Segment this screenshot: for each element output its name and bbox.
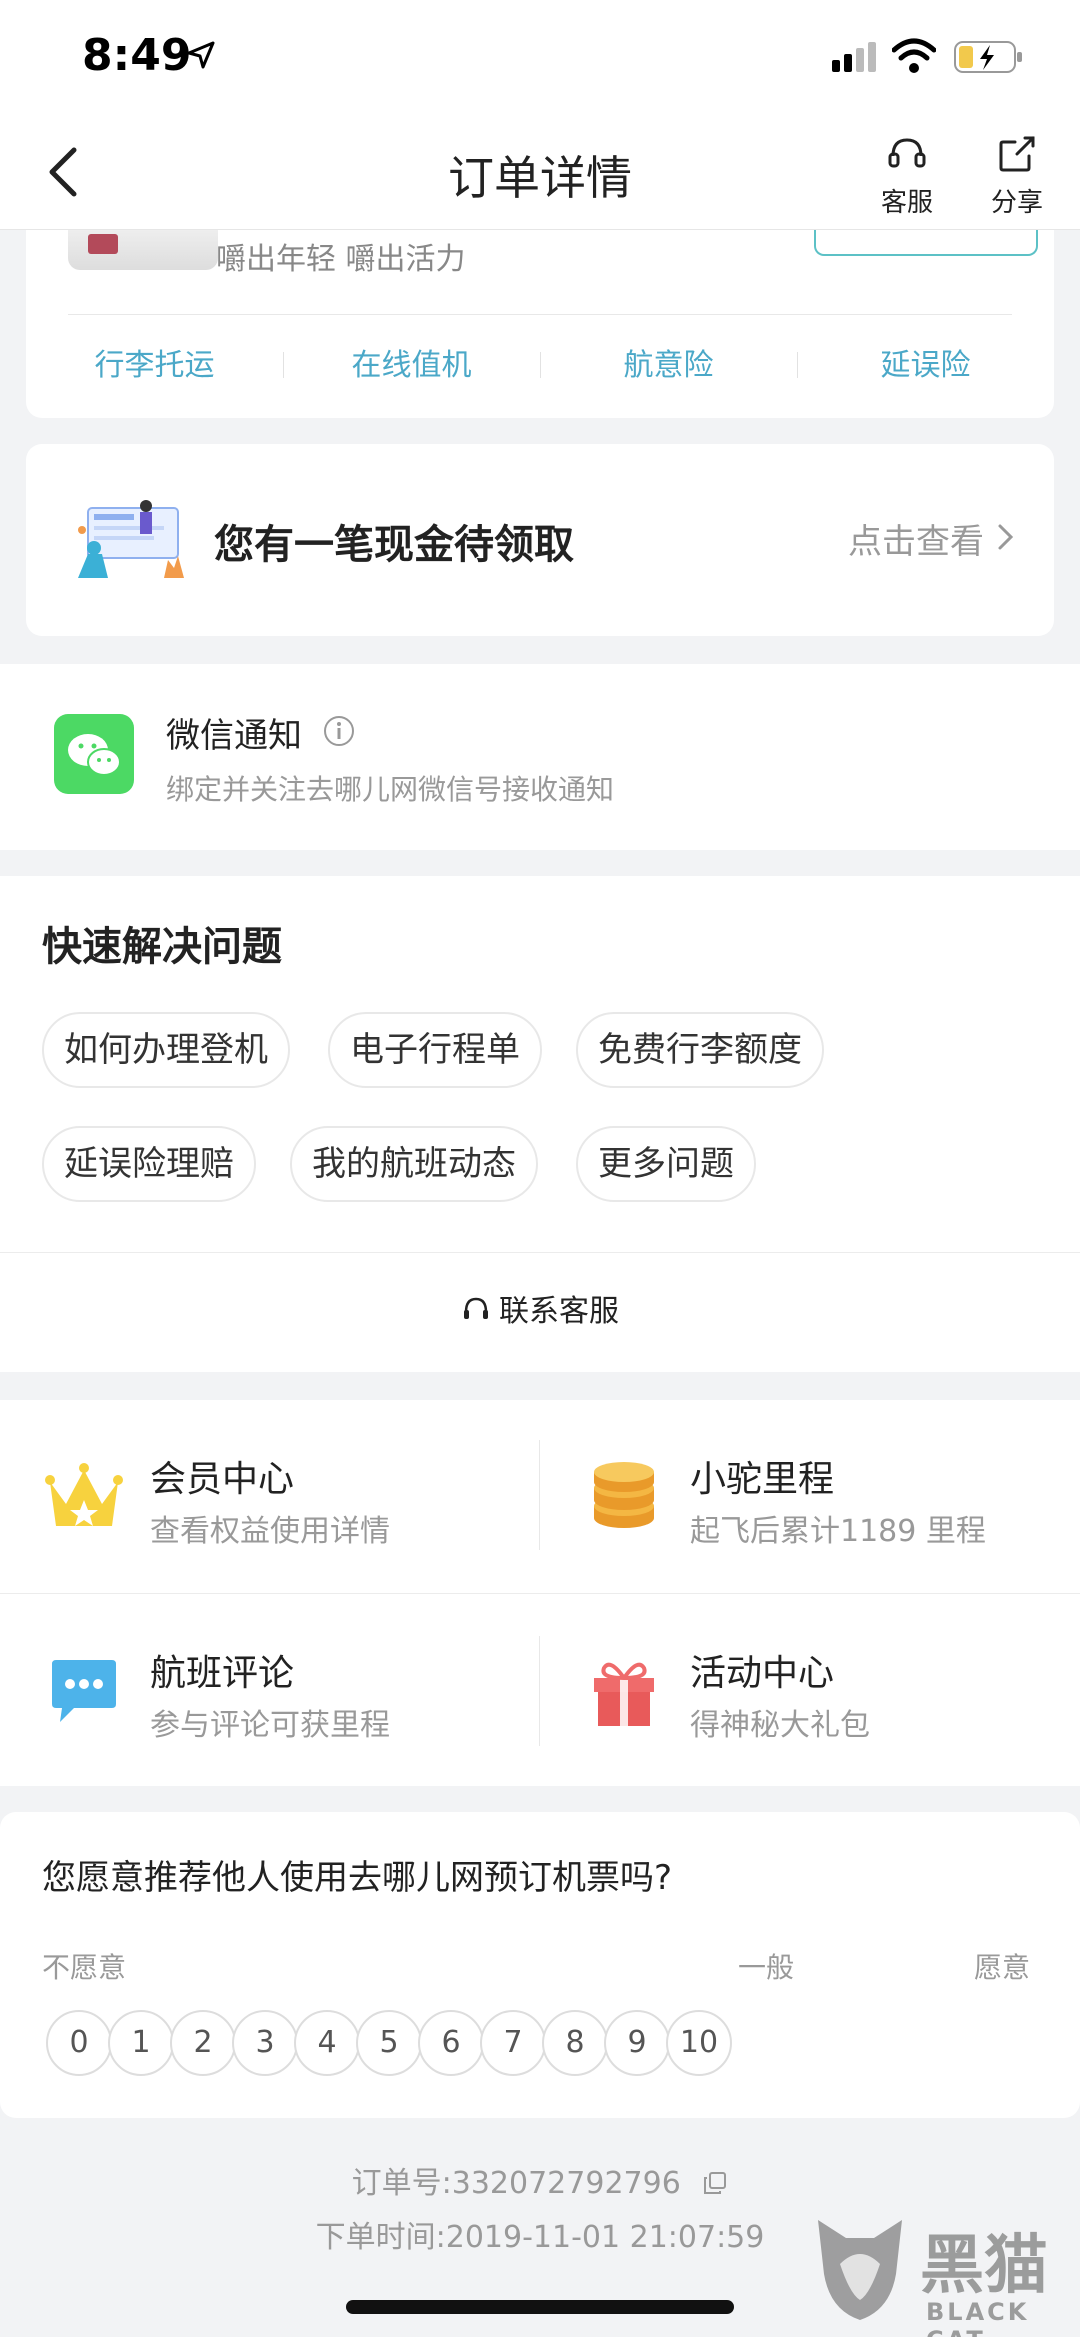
grid-subtitle: 查看权益使用详情 bbox=[150, 1514, 390, 1549]
battery-charging-icon bbox=[954, 41, 1022, 73]
nav-bar: 订单详情 客服 分享 bbox=[0, 120, 1080, 230]
cash-view-link[interactable]: 点击查看 bbox=[848, 514, 984, 563]
chevron-right-icon bbox=[998, 524, 1014, 550]
wifi-icon bbox=[892, 38, 936, 73]
gift-icon bbox=[594, 1662, 654, 1726]
cellular-signal-icon bbox=[832, 42, 876, 72]
mileage-item[interactable]: 小驼里程 起飞后累计1189 里程 bbox=[540, 1400, 1080, 1593]
service-flight-insurance[interactable]: 航意险 bbox=[540, 340, 797, 390]
nps-score-3[interactable]: 3 bbox=[232, 2010, 298, 2076]
nps-question: 您愿意推荐他人使用去哪儿网预订机票吗? bbox=[42, 1858, 673, 1898]
wechat-title: 微信通知 bbox=[166, 716, 302, 756]
headset-icon bbox=[464, 1297, 488, 1319]
nps-mid-label: 一般 bbox=[738, 1951, 795, 1984]
grid-subtitle: 起飞后累计1189 里程 bbox=[690, 1514, 986, 1549]
nps-score-2[interactable]: 2 bbox=[170, 2010, 236, 2076]
status-time: 8:49 bbox=[82, 30, 192, 81]
share-button[interactable]: 分享 bbox=[972, 132, 1062, 219]
coins-icon bbox=[594, 1462, 654, 1528]
home-indicator bbox=[346, 2300, 734, 2314]
contact-service-button[interactable]: 联系客服 bbox=[0, 1286, 1080, 1330]
nps-score-7[interactable]: 7 bbox=[480, 2010, 546, 2076]
divider bbox=[0, 1252, 1080, 1253]
grid-subtitle: 得神秘大礼包 bbox=[690, 1708, 870, 1743]
chip-delay-claim[interactable]: 延误险理赔 bbox=[42, 1126, 256, 1202]
promo-product-image bbox=[68, 230, 218, 270]
copy-icon[interactable] bbox=[702, 2170, 728, 2196]
cash-reward-card[interactable]: 您有一笔现金待领取 点击查看 bbox=[26, 444, 1054, 636]
wechat-subtitle: 绑定并关注去哪儿网微信号接收通知 bbox=[166, 773, 615, 806]
nps-score-10[interactable]: 10 bbox=[666, 2010, 732, 2076]
customer-service-label: 客服 bbox=[880, 188, 933, 218]
chip-more-questions[interactable]: 更多问题 bbox=[576, 1126, 756, 1202]
headset-icon bbox=[888, 138, 926, 168]
service-delay-insurance[interactable]: 延误险 bbox=[797, 340, 1054, 390]
member-center-item[interactable]: 会员中心 查看权益使用详情 bbox=[0, 1400, 540, 1593]
customer-service-button[interactable]: 客服 bbox=[862, 132, 952, 219]
activity-center-item[interactable]: 活动中心 得神秘大礼包 bbox=[540, 1594, 1080, 1787]
location-arrow-icon bbox=[187, 41, 215, 69]
nps-score-0[interactable]: 0 bbox=[46, 2010, 112, 2076]
ancillary-services-card: 嚼出年轻 嚼出活力 行李托运 在线值机 航意险 延误险 bbox=[26, 230, 1054, 418]
service-row: 行李托运 在线值机 航意险 延误险 bbox=[26, 340, 1054, 390]
chip-flight-status[interactable]: 我的航班动态 bbox=[290, 1126, 538, 1202]
wechat-notify-section[interactable]: 微信通知 绑定并关注去哪儿网微信号接收通知 bbox=[0, 664, 1080, 850]
crown-icon bbox=[45, 1463, 123, 1526]
nps-high-label: 愿意 bbox=[974, 1951, 1031, 1984]
quick-solve-section: 快速解决问题 如何办理登机 电子行程单 免费行李额度 延误险理赔 我的航班动态 … bbox=[0, 876, 1080, 1372]
chip-e-itinerary[interactable]: 电子行程单 bbox=[328, 1012, 542, 1088]
comment-icon bbox=[52, 1660, 116, 1722]
share-icon bbox=[999, 136, 1035, 172]
order-number: 订单号:332072792796 bbox=[351, 2166, 681, 2201]
flight-comment-item[interactable]: 航班评论 参与评论可获里程 bbox=[0, 1594, 540, 1787]
info-icon[interactable] bbox=[322, 714, 356, 748]
promo-text: 嚼出年轻 嚼出活力 bbox=[216, 242, 466, 277]
service-online-checkin[interactable]: 在线值机 bbox=[283, 340, 540, 390]
nps-score-6[interactable]: 6 bbox=[418, 2010, 484, 2076]
chip-free-baggage[interactable]: 免费行李额度 bbox=[576, 1012, 824, 1088]
cash-illustration-icon bbox=[78, 500, 184, 578]
chip-how-to-board[interactable]: 如何办理登机 bbox=[42, 1012, 290, 1088]
watermark-en: BLACK CAT bbox=[926, 2298, 1030, 2337]
feature-grid: 会员中心 查看权益使用详情 小驼里程 起飞后累计1189 里程 航班评论 参与评… bbox=[0, 1400, 1080, 1786]
status-bar: 8:49 bbox=[0, 0, 1080, 120]
grid-title: 航班评论 bbox=[150, 1653, 295, 1694]
service-baggage-checkin[interactable]: 行李托运 bbox=[26, 340, 283, 390]
cash-title: 您有一笔现金待领取 bbox=[214, 522, 574, 568]
nps-survey: 您愿意推荐他人使用去哪儿网预订机票吗? 不愿意 一般 愿意 0123456789… bbox=[0, 1812, 1080, 2118]
nps-score-1[interactable]: 1 bbox=[108, 2010, 174, 2076]
quick-solve-title: 快速解决问题 bbox=[42, 924, 282, 970]
grid-title: 活动中心 bbox=[690, 1653, 835, 1694]
grid-title: 会员中心 bbox=[150, 1459, 295, 1500]
order-number-row: 订单号:332072792796 bbox=[0, 2158, 1080, 2202]
divider bbox=[68, 314, 1012, 315]
wechat-logo-icon bbox=[54, 714, 134, 794]
contact-service-label: 联系客服 bbox=[499, 1294, 619, 1329]
watermark-cn: 黑猫 bbox=[920, 2229, 1048, 2303]
grid-title: 小驼里程 bbox=[690, 1459, 835, 1500]
watermark: 黑猫 BLACK CAT bbox=[810, 2214, 1080, 2337]
nps-score-9[interactable]: 9 bbox=[604, 2010, 670, 2076]
nps-score-5[interactable]: 5 bbox=[356, 2010, 422, 2076]
promo-buy-button[interactable] bbox=[814, 230, 1038, 256]
nps-score-4[interactable]: 4 bbox=[294, 2010, 360, 2076]
share-label: 分享 bbox=[990, 188, 1043, 218]
nps-score-8[interactable]: 8 bbox=[542, 2010, 608, 2076]
nps-low-label: 不愿意 bbox=[42, 1951, 127, 1984]
black-cat-logo-icon bbox=[818, 2220, 902, 2320]
grid-subtitle: 参与评论可获里程 bbox=[150, 1708, 390, 1743]
